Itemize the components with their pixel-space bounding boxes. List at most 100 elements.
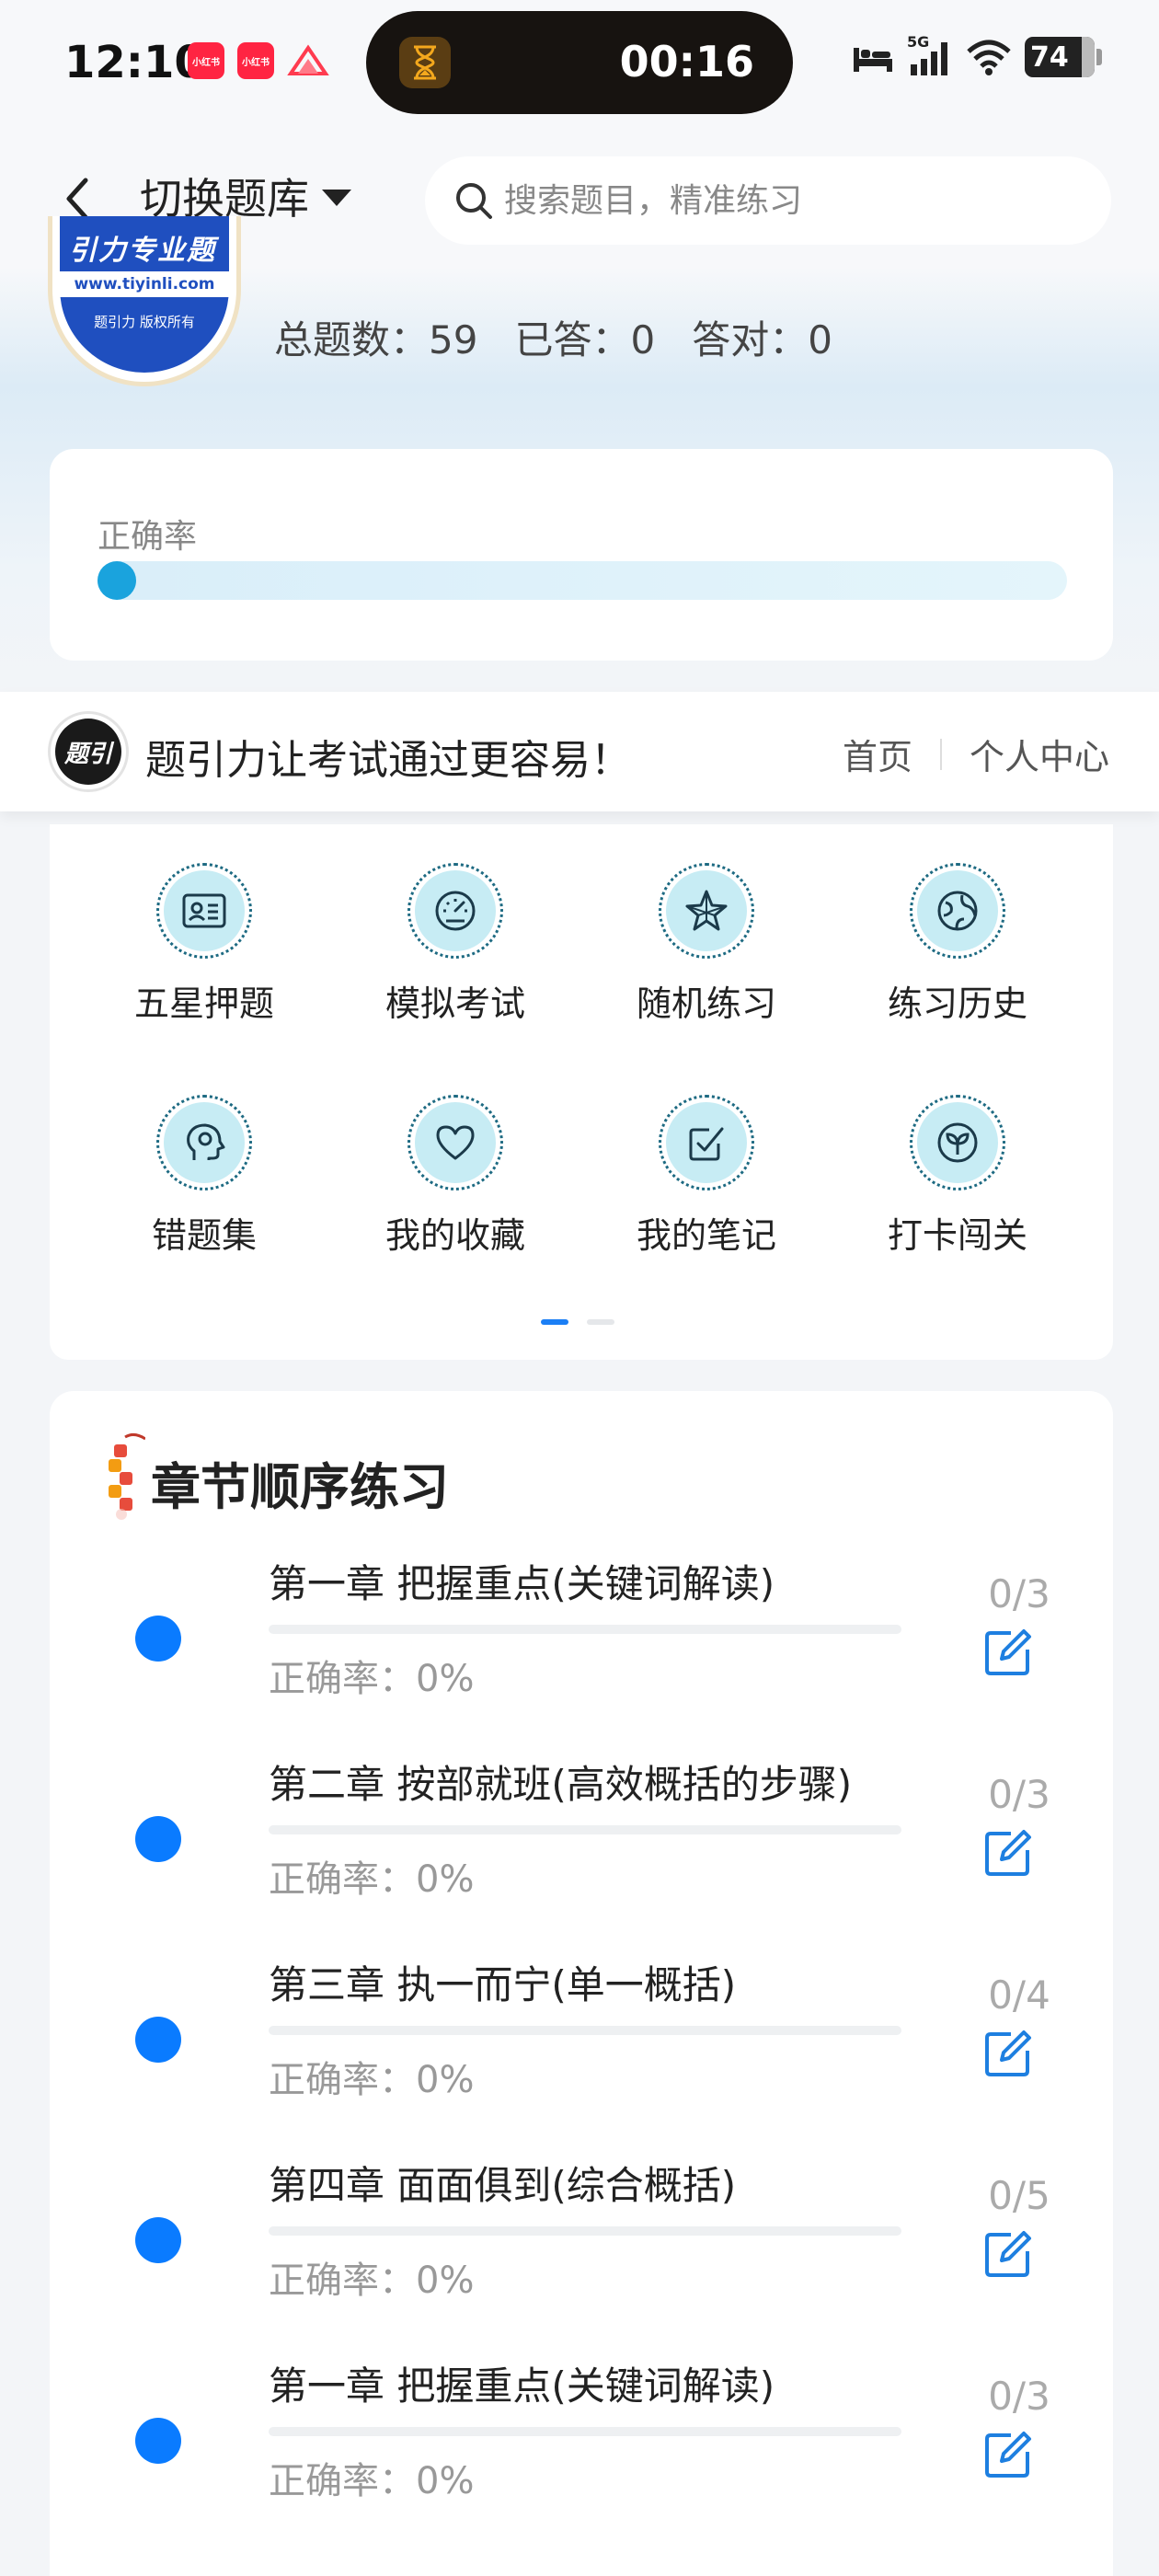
feature-label: 我的笔记 bbox=[636, 1215, 776, 1256]
correct-count: 答对：0 bbox=[692, 317, 832, 362]
brand-slogan: 题引力让考试通过更容易！ bbox=[145, 737, 631, 784]
feature-label: 练习历史 bbox=[887, 983, 1027, 1024]
chapter-count: 0/3 bbox=[988, 1772, 1050, 1817]
chapter-title: 第一章 把握重点(关键词解读) bbox=[269, 1561, 775, 1606]
pager-dot[interactable] bbox=[587, 1319, 614, 1325]
feature-my-notes[interactable]: 我的笔记 bbox=[596, 1095, 817, 1258]
feature-label: 打卡闯关 bbox=[887, 1215, 1027, 1256]
tiyinli-logo-mark: 题引 bbox=[55, 719, 121, 785]
search-input[interactable] bbox=[504, 181, 1056, 220]
feature-label: 五星押题 bbox=[133, 983, 274, 1024]
accuracy-label: 正确率 bbox=[98, 518, 198, 556]
tiyinli-logo[interactable]: 题引 bbox=[48, 711, 129, 792]
status-time: 12:10 bbox=[64, 37, 205, 88]
brand-links: 首页 个人中心 bbox=[843, 729, 1109, 779]
feature-grid: 五星押题 模拟考试 随机练习 练习历史 错题集 我的收藏 我的笔记 打卡闯关 bbox=[50, 824, 1113, 1360]
globe-icon bbox=[917, 870, 998, 951]
caret-down-icon bbox=[322, 190, 351, 206]
feature-ring bbox=[659, 863, 754, 959]
feature-label: 随机练习 bbox=[636, 983, 776, 1024]
edit-icon[interactable] bbox=[981, 2026, 1036, 2081]
chapter-practice-card: 章节顺序练习 第一章 把握重点(关键词解读) 正确率：0% 0/3 第二章 按部… bbox=[50, 1391, 1113, 2576]
status-app-icons: 小红书 小红书 bbox=[188, 42, 329, 79]
chapter-status-dot bbox=[135, 1816, 181, 1862]
chapter-item[interactable]: 第一章 把握重点(关键词解读) 正确率：0% 0/3 bbox=[50, 2355, 1113, 2556]
chapter-title: 第二章 按部就班(高效概括的步骤) bbox=[269, 1762, 853, 1807]
cover-copyright: 题引力 版权所有 bbox=[94, 314, 195, 330]
wifi-icon bbox=[967, 40, 1011, 75]
chapter-item[interactable]: 第二章 按部就班(高效概括的步骤) 正确率：0% 0/3 bbox=[50, 1754, 1113, 1954]
chapter-status-dot bbox=[135, 2418, 181, 2464]
xiaohongshu-icon: 小红书 bbox=[188, 42, 224, 79]
chapter-title: 第四章 面面俱到(综合概括) bbox=[269, 2163, 737, 2208]
home-link[interactable]: 首页 bbox=[843, 729, 912, 779]
checkbox-icon bbox=[666, 1102, 747, 1183]
cover-url: www.tiyinli.com bbox=[60, 271, 229, 297]
speedometer-icon bbox=[415, 870, 496, 951]
battery-empty-portion bbox=[1082, 37, 1095, 77]
chapter-progress-bar bbox=[269, 2427, 901, 2436]
feature-ring bbox=[910, 1095, 1005, 1190]
chapter-item[interactable]: 第四章 面面俱到(综合概括) 正确率：0% 0/5 bbox=[50, 2155, 1113, 2355]
bed-icon bbox=[854, 48, 892, 72]
star-icon bbox=[666, 870, 747, 951]
feature-wrong-questions[interactable]: 错题集 bbox=[94, 1095, 315, 1258]
accuracy-progress-bar bbox=[98, 561, 1067, 600]
chevron-left-icon bbox=[66, 178, 88, 220]
edit-icon[interactable] bbox=[981, 1625, 1036, 1680]
cover-title-fragment: 引力专业题 bbox=[69, 235, 216, 267]
chapter-item[interactable]: 第三章 执一而宁(单一概括) 正确率：0% 0/4 bbox=[50, 1954, 1113, 2155]
status-bar: 12:10 小红书 小红书 00:16 5G 74 bbox=[0, 0, 1159, 129]
chapter-accuracy: 正确率：0% bbox=[269, 1858, 475, 1901]
feature-pager bbox=[541, 1319, 614, 1325]
feature-ring bbox=[659, 1095, 754, 1190]
feature-ring bbox=[407, 863, 503, 959]
feature-label: 模拟考试 bbox=[384, 983, 525, 1024]
chapter-progress-bar bbox=[269, 2226, 901, 2236]
heart-icon bbox=[415, 1102, 496, 1183]
status-indicators: 5G 74 bbox=[852, 33, 1102, 77]
pager-dot-active[interactable] bbox=[541, 1319, 568, 1325]
chapter-status-dot bbox=[135, 2217, 181, 2263]
accuracy-card: 正确率 bbox=[50, 449, 1113, 661]
feature-five-star[interactable]: 五星押题 bbox=[94, 863, 315, 1026]
chapter-count: 0/3 bbox=[988, 1571, 1050, 1616]
feature-mock-exam[interactable]: 模拟考试 bbox=[345, 863, 566, 1026]
profile-link[interactable]: 个人中心 bbox=[970, 729, 1109, 779]
chapter-title: 第一章 把握重点(关键词解读) bbox=[269, 2363, 775, 2409]
chapter-progress-bar bbox=[269, 1625, 901, 1634]
brand-bar: 题引 题引力让考试通过更容易！ 首页 个人中心 bbox=[0, 692, 1159, 811]
mountain-app-icon bbox=[287, 42, 329, 79]
chapter-section-title: 章节顺序练习 bbox=[151, 1458, 449, 1516]
edit-icon[interactable] bbox=[981, 1825, 1036, 1880]
search-bar[interactable] bbox=[425, 156, 1111, 245]
chapter-count: 0/4 bbox=[988, 1972, 1050, 2018]
edit-icon[interactable] bbox=[981, 2226, 1036, 2282]
chapter-count: 0/3 bbox=[988, 2374, 1050, 2419]
feature-favorites[interactable]: 我的收藏 bbox=[345, 1095, 566, 1258]
feature-label: 错题集 bbox=[151, 1215, 257, 1256]
chapter-accuracy: 正确率：0% bbox=[269, 2460, 475, 2502]
chapter-count: 0/5 bbox=[988, 2173, 1050, 2218]
feature-random-practice[interactable]: 随机练习 bbox=[596, 863, 817, 1026]
search-icon bbox=[456, 183, 492, 219]
feature-ring bbox=[156, 863, 252, 959]
accuracy-progress-indicator bbox=[98, 561, 136, 600]
feature-label: 我的收藏 bbox=[384, 1215, 525, 1256]
dynamic-island-timer[interactable]: 00:16 bbox=[366, 11, 793, 114]
sprout-icon bbox=[917, 1102, 998, 1183]
edit-icon[interactable] bbox=[981, 2427, 1036, 2482]
timer-text: 00:16 bbox=[619, 37, 754, 86]
feature-check-in[interactable]: 打卡闯关 bbox=[847, 1095, 1068, 1258]
chapter-accuracy: 正确率：0% bbox=[269, 1658, 475, 1700]
link-divider bbox=[939, 738, 942, 770]
chapter-progress-bar bbox=[269, 2026, 901, 2035]
feature-ring bbox=[156, 1095, 252, 1190]
answered-count: 已答：0 bbox=[514, 317, 656, 362]
feature-practice-history[interactable]: 练习历史 bbox=[847, 863, 1068, 1026]
bank-stats: 总题数：59 已答：0 答对：0 bbox=[274, 309, 832, 365]
chapter-progress-bar bbox=[269, 1825, 901, 1834]
feature-ring bbox=[407, 1095, 503, 1190]
chapter-item[interactable]: 第一章 把握重点(关键词解读) 正确率：0% 0/3 bbox=[50, 1553, 1113, 1754]
head-icon bbox=[164, 1102, 245, 1183]
